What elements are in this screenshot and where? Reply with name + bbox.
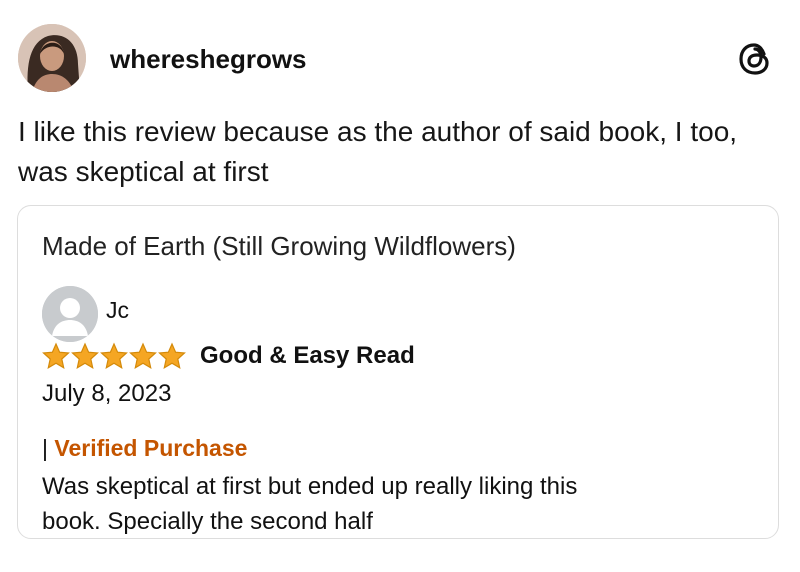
separator: | — [42, 435, 48, 461]
post-header: whereshegrows — [18, 24, 782, 96]
post-text-line: I like this review because as the author… — [18, 116, 738, 147]
post-text: I like this review because as the author… — [18, 112, 778, 192]
star-icon — [42, 342, 70, 370]
username[interactable]: whereshegrows — [110, 44, 307, 74]
threads-logo-icon[interactable] — [736, 40, 774, 78]
post-text-line: was skeptical at first — [18, 156, 269, 187]
avatar-photo — [18, 24, 86, 92]
star-icon — [71, 342, 99, 370]
review-date: July 8, 2023 — [42, 380, 172, 407]
review-body-line: Was skeptical at first but ended up real… — [42, 473, 578, 500]
star-icon — [129, 342, 157, 370]
book-title: Made of Earth (Still Growing Wildflowers… — [42, 231, 516, 261]
star-icon — [158, 342, 186, 370]
review-body: Was skeptical at first but ended up real… — [42, 469, 682, 539]
user-silhouette-icon — [42, 286, 98, 342]
star-icon — [100, 342, 128, 370]
review-card[interactable]: Made of Earth (Still Growing Wildflowers… — [17, 205, 779, 539]
user-avatar[interactable] — [18, 24, 86, 92]
reviewer-name[interactable]: Jc — [106, 296, 129, 324]
star-rating — [42, 342, 186, 370]
verified-purchase-badge: | Verified Purchase — [42, 434, 247, 462]
review-body-line: book. Specially the second half — [42, 508, 373, 535]
review-title[interactable]: Good & Easy Read — [200, 342, 415, 370]
verified-purchase-label: Verified Purchase — [54, 435, 248, 461]
